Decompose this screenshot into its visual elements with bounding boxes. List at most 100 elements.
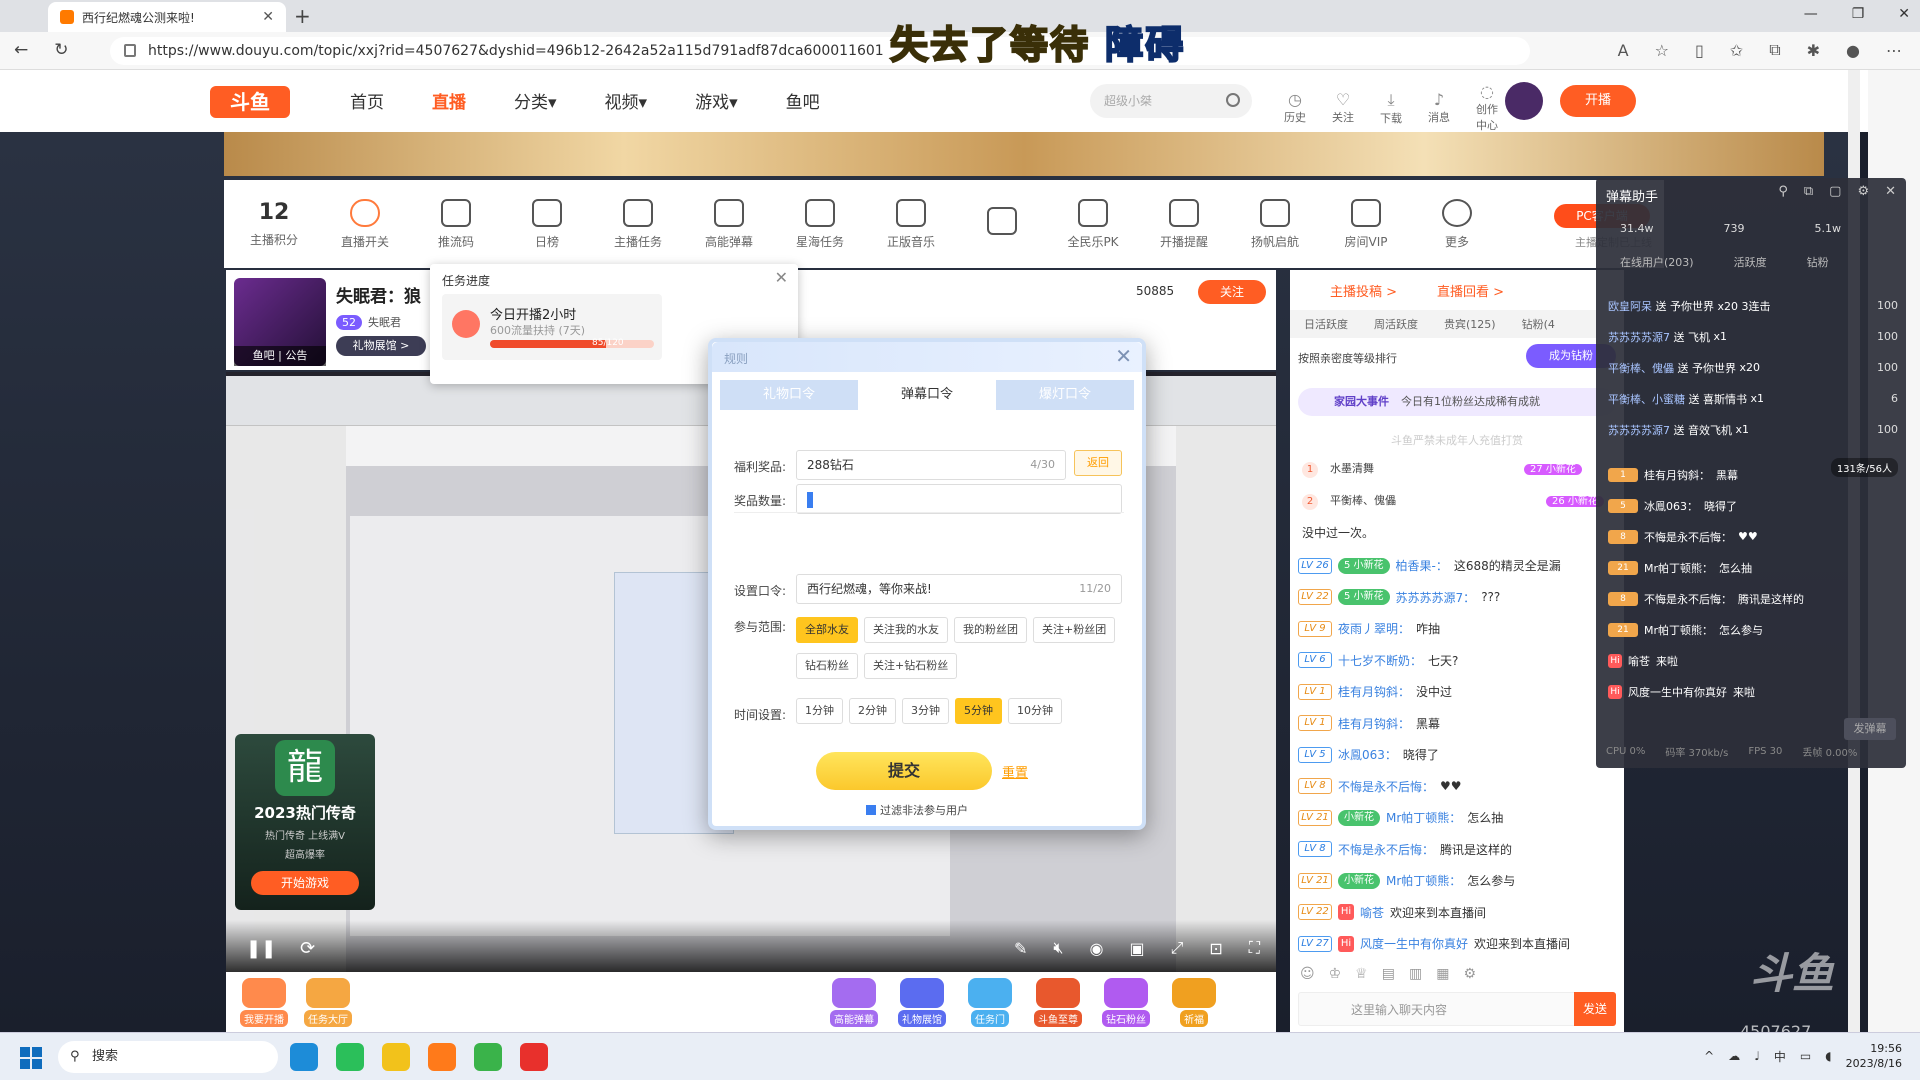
edit-icon[interactable]: ✎ [1014, 939, 1027, 958]
range-diamond[interactable]: 钻石粉丝 [796, 653, 858, 679]
tab-weekly-active[interactable]: 周活跃度 [1374, 316, 1418, 332]
chat-message[interactable]: LV 9 夜雨丿翠明： 咋抽 [1298, 613, 1616, 645]
taskbar-search[interactable]: ⚲ 搜索 [58, 1041, 278, 1073]
helper-chat-message[interactable]: 21 Mr帕丁顿熊： 怎么参与 [1608, 614, 1898, 645]
tool-pk[interactable]: 全民乐PK [1053, 198, 1133, 250]
edge-icon[interactable] [290, 1043, 318, 1071]
tab-activity[interactable]: 活跃度 [1734, 254, 1767, 270]
tab-online-users[interactable]: 在线用户(203) [1620, 254, 1694, 270]
app-icon[interactable] [474, 1043, 502, 1071]
bottom-action[interactable]: 我要开播 [236, 978, 292, 1027]
helper-chat-message[interactable]: Hi 风度一生中有你真好 来啦 [1608, 676, 1898, 707]
bottom-action[interactable]: 高能弹幕 [826, 978, 882, 1027]
rank-item[interactable]: 1 水墨清舞 27 小新花 [1302, 460, 1582, 478]
time-5min[interactable]: 5分钟 [955, 698, 1002, 724]
rank-item[interactable]: 2 平衡棒、傀儡 26 小新花 [1302, 492, 1604, 510]
new-tab-button[interactable]: + [294, 4, 311, 28]
tab-light-command[interactable]: 爆灯口令 [996, 380, 1134, 410]
submit-button[interactable]: 提交 [816, 752, 992, 790]
anchor-avatar[interactable]: 鱼吧 | 公告 [234, 278, 326, 366]
tool-live-switch[interactable]: 直播开关 [325, 198, 405, 250]
chat-message[interactable]: LV 26 5 小新花 柏香果-： 这688的精灵全是漏 [1298, 550, 1616, 582]
chat-username[interactable]: 苏苏苏苏源7： [1396, 589, 1476, 606]
download-button[interactable]: ⤓ 下载 [1376, 90, 1406, 126]
reload-icon[interactable]: ↻ [54, 40, 68, 60]
chat-username[interactable]: Mr帕丁顿熊： [1386, 809, 1461, 826]
chat-username[interactable]: Mr帕丁顿熊： [1386, 872, 1461, 889]
ime-indicator[interactable]: 中 [1774, 1048, 1786, 1065]
close-window-button[interactable]: ✕ [1898, 6, 1910, 22]
message-button[interactable]: ♪ 消息 [1424, 90, 1454, 125]
chat-username[interactable]: 不悔是永不后悔： [1338, 841, 1434, 858]
follow-button[interactable]: 关注 [1198, 280, 1266, 304]
wechat-icon[interactable] [336, 1043, 364, 1071]
helper-chat-message[interactable]: Hi 喻苍 来啦 [1608, 645, 1898, 676]
site-search-input[interactable]: 超级小桀 [1090, 84, 1252, 118]
chat-message[interactable]: LV 6 十七岁不断奶： 七天? [1298, 645, 1616, 677]
chat-username[interactable]: 风度一生中有你真好 [1628, 684, 1727, 700]
gift-box-icon[interactable]: ▤ [1382, 966, 1395, 982]
emoji-icon[interactable]: ☺ [1300, 966, 1315, 982]
tool-anchor-task[interactable]: 主播任务 [598, 198, 678, 250]
chat-message[interactable]: LV 21 小新花 Mr帕丁顿熊： 怎么抽 [1298, 802, 1616, 834]
command-input[interactable]: 西行纪燃魂，等你来战! 11/20 [796, 574, 1122, 604]
follow-list-button[interactable]: ♡ 关注 [1328, 90, 1358, 125]
tool-sail[interactable]: 扬帆启航 [1235, 198, 1315, 250]
settings-icon[interactable]: ⚙ [1857, 184, 1869, 199]
reset-button[interactable]: 重置 [1002, 762, 1028, 781]
user-avatar[interactable] [1505, 82, 1543, 120]
mute-icon[interactable]: 🔇︎ [1053, 938, 1063, 958]
read-aloud-icon[interactable]: A [1618, 41, 1629, 60]
danmaku-toggle-icon[interactable]: ◉ [1089, 939, 1103, 958]
douyu-logo[interactable]: 斗鱼 [210, 86, 290, 118]
chat-message[interactable]: LV 27 Hi 风度一生中有你真好 欢迎来到本直播间 [1298, 928, 1616, 960]
tool-room-vip[interactable]: 房间VIP [1326, 198, 1406, 250]
tool-stream-key[interactable]: 推流码 [416, 198, 496, 250]
card-icon[interactable]: ▥ [1409, 966, 1422, 982]
chat-username[interactable]: 不悔是永不后悔： [1644, 529, 1732, 545]
split-screen-icon[interactable]: ▯ [1695, 41, 1704, 60]
minimize-button[interactable]: — [1804, 6, 1818, 22]
close-icon[interactable]: ✕ [1885, 184, 1896, 199]
game-promo-card[interactable]: 龍 2023热门传奇 热门传奇 上线满V 超高爆率 开始游戏 [235, 734, 375, 910]
theater-icon[interactable]: ⊡ [1209, 939, 1222, 958]
filter-checkbox[interactable]: 过滤非法参与用户 [866, 802, 968, 818]
helper-chat-message[interactable]: 21 Mr帕丁顿熊： 怎么抽 [1608, 552, 1898, 583]
pause-icon[interactable]: ❚❚ [246, 938, 276, 959]
nav-category[interactable]: 分类▾ [514, 88, 557, 113]
chat-username[interactable]: 冰鳯063： [1338, 746, 1397, 763]
chat-message[interactable]: LV 22 Hi 喻苍 欢迎来到本直播间 [1298, 897, 1616, 929]
more-icon[interactable]: ⋯ [1886, 41, 1902, 60]
close-icon[interactable]: ✕ [775, 268, 788, 287]
sweep-icon[interactable]: ⚲ [1778, 184, 1788, 199]
chat-message[interactable]: LV 8 不悔是永不后悔： ♥♥ [1298, 771, 1616, 803]
chat-username[interactable]: Mr帕丁顿熊： [1644, 622, 1713, 638]
bottom-action[interactable]: 斗鱼至尊 [1030, 978, 1086, 1027]
tab-diamond[interactable]: 钻粉 [1807, 254, 1829, 270]
tool-star-task[interactable]: 星海任务 [780, 198, 860, 250]
chat-username[interactable]: 十七岁不断奶： [1338, 652, 1422, 669]
chat-message[interactable]: LV 22 5 小新花 苏苏苏苏源7：??? [1298, 582, 1616, 614]
chat-message[interactable]: LV 5 冰鳯063： 晓得了 [1298, 739, 1616, 771]
chat-message[interactable]: LV 1 桂有月钩斜： 没中过 [1298, 676, 1616, 708]
back-icon[interactable]: ← [14, 40, 28, 60]
chat-username[interactable]: 桂有月钩斜： [1338, 683, 1410, 700]
chat-username[interactable]: 喻苍 [1360, 904, 1384, 921]
tool-music[interactable]: 正版音乐 [871, 198, 951, 250]
time-3min[interactable]: 3分钟 [902, 698, 949, 724]
wps-icon[interactable] [520, 1043, 548, 1071]
tool-more[interactable]: 更多 [1417, 198, 1497, 250]
tool-hype-danmaku[interactable]: 高能弹幕 [689, 198, 769, 250]
nav-games[interactable]: 游戏▾ [695, 88, 738, 113]
tab-daily-active[interactable]: 日活跃度 [1304, 316, 1348, 332]
time-2min[interactable]: 2分钟 [849, 698, 896, 724]
send-button[interactable]: 发送 [1574, 992, 1616, 1026]
tab-diamond-fans[interactable]: 钻粉(4 [1522, 316, 1555, 332]
onedrive-icon[interactable]: ☁ [1728, 1049, 1740, 1063]
chat-input[interactable]: 这里输入聊天内容 [1298, 992, 1616, 1026]
time-10min[interactable]: 10分钟 [1008, 698, 1062, 724]
chat-username[interactable]: 不悔是永不后悔： [1338, 778, 1434, 795]
chat-username[interactable]: 不悔是永不后悔： [1644, 591, 1732, 607]
helper-chat-message[interactable]: 8 不悔是永不后悔： 腾讯是这样的 [1608, 583, 1898, 614]
chat-message[interactable]: LV 21 小新花 Mr帕丁顿熊： 怎么参与 [1298, 865, 1616, 897]
